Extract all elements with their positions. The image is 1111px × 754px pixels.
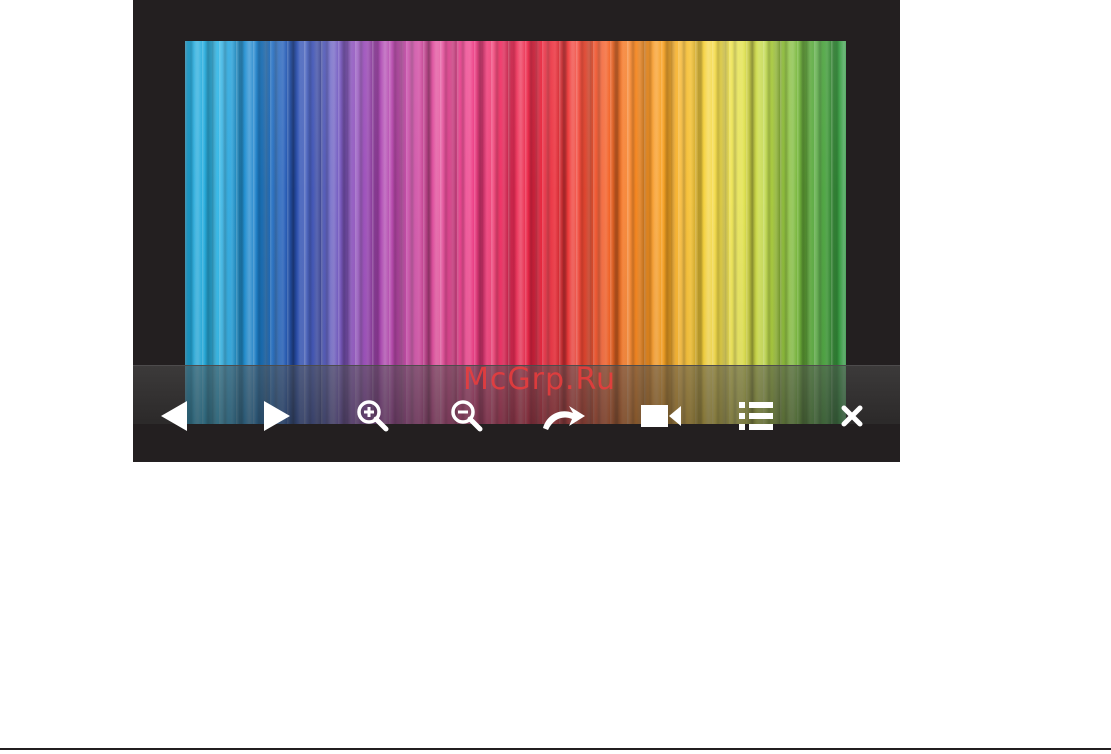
- list-icon: [739, 402, 773, 430]
- rotate-arrow-icon: [543, 406, 585, 430]
- triangle-right-icon: [264, 401, 290, 431]
- zoom-in-button[interactable]: [345, 388, 401, 444]
- previous-button[interactable]: [147, 388, 203, 444]
- close-button[interactable]: [824, 388, 880, 444]
- next-button[interactable]: [249, 388, 305, 444]
- watermark-text: McGrp.Ru: [463, 362, 617, 397]
- page-bottom-rule: [0, 748, 1111, 750]
- list-button[interactable]: [729, 388, 785, 444]
- video-button[interactable]: [633, 388, 689, 444]
- zoom-out-icon: [451, 400, 483, 432]
- triangle-left-icon: [161, 401, 187, 431]
- zoom-in-icon: [357, 400, 389, 432]
- video-camera-icon: [641, 405, 681, 427]
- close-icon: [841, 405, 863, 427]
